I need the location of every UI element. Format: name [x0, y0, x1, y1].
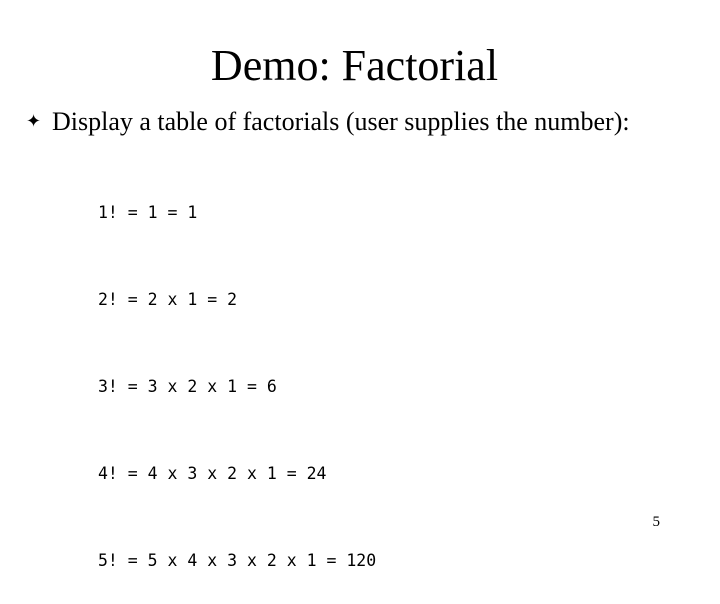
- slide-title: Demo: Factorial: [210, 41, 499, 90]
- factorial-line-3: 3! = 3 x 2 x 1 = 6: [98, 377, 277, 396]
- bullet-text: Display a table of factorials (user supp…: [52, 107, 630, 136]
- factorial-table: 1! = 1 = 1 2! = 2 x 1 = 2 3! = 3 x 2 x 1…: [98, 140, 376, 604]
- factorial-line-2: 2! = 2 x 1 = 2: [98, 290, 238, 309]
- factorial-line-1: 1! = 1 = 1: [98, 203, 198, 222]
- bullet-item: ✦ Display a table of factorials (user su…: [26, 106, 630, 138]
- factorial-line-4: 4! = 4 x 3 x 2 x 1 = 24: [98, 464, 327, 483]
- factorial-line-5: 5! = 5 x 4 x 3 x 2 x 1 = 120: [98, 551, 377, 570]
- page-number: 5: [652, 514, 661, 530]
- four-pointed-star-bullet-icon: ✦: [26, 111, 42, 132]
